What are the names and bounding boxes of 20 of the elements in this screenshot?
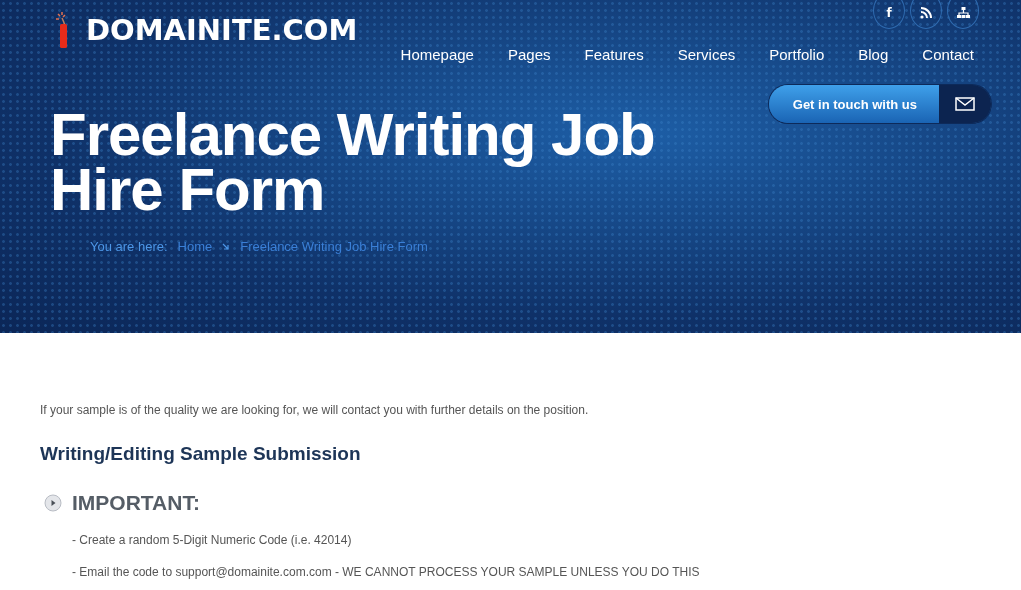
important-heading: IMPORTANT: <box>72 491 200 515</box>
separator-arrow-icon <box>222 242 231 251</box>
sitemap-icon <box>956 7 970 19</box>
section-heading: Writing/Editing Sample Submission <box>40 443 362 465</box>
nav-link[interactable]: Homepage <box>400 46 474 63</box>
site-logo: DOMAINITE.COM <box>86 13 358 47</box>
nav-link[interactable]: Blog <box>858 46 889 63</box>
page-title: Freelance Writing Job Hire Form <box>50 107 656 217</box>
mail-icon <box>955 97 975 111</box>
nav-link[interactable]: Services <box>677 46 736 63</box>
breadcrumb-label: You are here: <box>90 239 168 254</box>
intro-text: If your sample is of the quality we are looking for, we will contact you with further details on the position. <box>40 403 590 417</box>
instruction-text: - Create a random 5-Digit Numeric Code (i.e. 42014) <box>72 533 353 547</box>
instruction-text: - Email the code to support@domainite.com.com - WE CANNOT PROCESS YOUR SAMPLE UNLESS YOU DO THIS <box>72 565 701 579</box>
nav-link[interactable]: Features <box>584 46 644 63</box>
play-bullet-icon <box>44 494 62 512</box>
nav-link[interactable]: Pages <box>507 46 551 63</box>
nav-link[interactable]: Contact <box>922 46 974 63</box>
rss-icon <box>920 7 932 19</box>
nav-link[interactable]: Portfolio <box>769 46 825 63</box>
